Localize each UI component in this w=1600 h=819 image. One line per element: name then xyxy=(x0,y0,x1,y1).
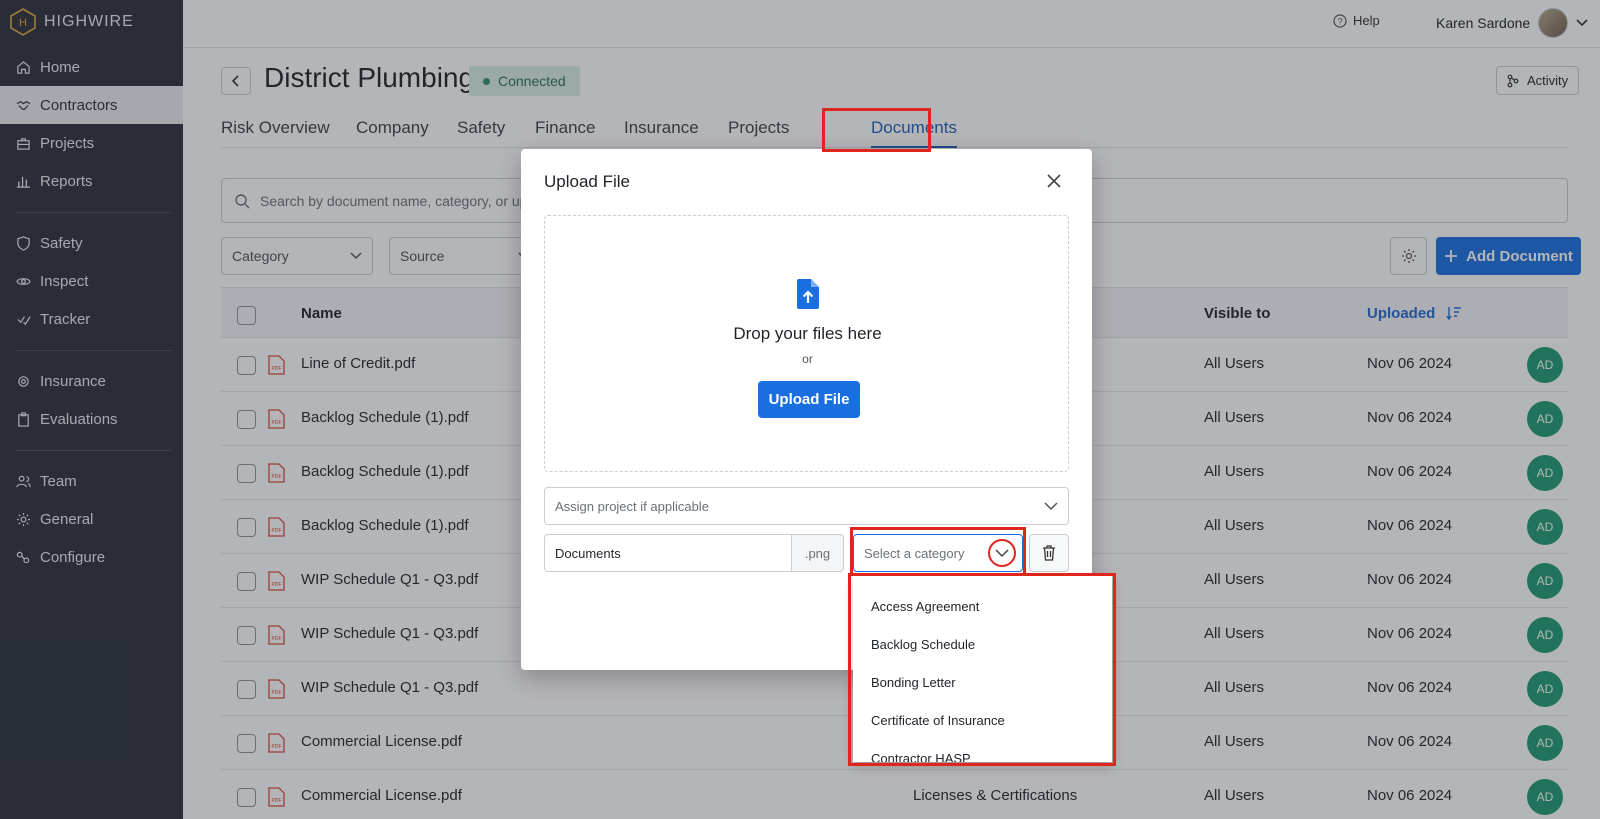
file-extension: .png xyxy=(791,534,844,572)
delete-file-button[interactable] xyxy=(1029,534,1069,572)
dropdown-highlight xyxy=(848,573,1116,766)
assign-project-placeholder: Assign project if applicable xyxy=(555,498,709,514)
drop-files-text: Drop your files here xyxy=(733,324,882,343)
category-select-highlight xyxy=(850,527,1026,576)
file-upload-icon xyxy=(797,279,819,309)
file-name-input[interactable]: Documents xyxy=(544,534,791,572)
documents-tab-highlight xyxy=(822,108,931,152)
close-icon[interactable] xyxy=(1044,171,1064,191)
dialog-title: Upload File xyxy=(544,172,630,191)
trash-icon xyxy=(1043,545,1055,561)
file-dropzone[interactable]: Drop your files here or Upload File xyxy=(544,215,1069,472)
upload-file-button[interactable]: Upload File xyxy=(758,381,860,418)
file-name-value: Documents xyxy=(555,545,621,561)
or-text: or xyxy=(802,352,813,366)
chevron-down-icon xyxy=(1044,501,1058,510)
assign-project-select[interactable]: Assign project if applicable xyxy=(544,487,1069,525)
